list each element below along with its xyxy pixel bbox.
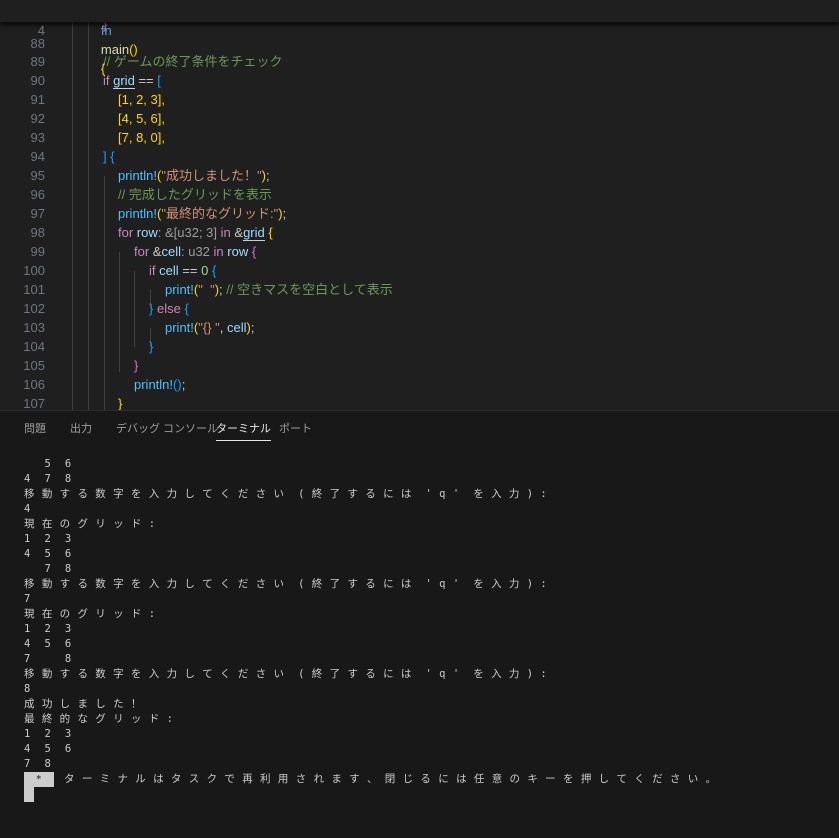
code-tokens: print!("{} ", cell); xyxy=(165,320,255,335)
code-tokens: } else { xyxy=(149,301,189,316)
code-comment: // 完成したグリッドを表示 xyxy=(118,187,272,202)
code-line-102[interactable]: 102 print!(" "); // 空きマスを空白として表示 xyxy=(0,280,839,316)
code-line-108[interactable]: 108 } xyxy=(0,394,839,410)
terminal-line: 成 功 し ま し た ！ xyxy=(24,698,142,710)
code-tokens: for row: &[u32; 3] in &grid { xyxy=(118,225,273,241)
code-text: } xyxy=(118,396,123,410)
code-text: } xyxy=(134,358,139,373)
code-line-94[interactable]: 94 [7, 8, 0], xyxy=(0,128,839,164)
terminal-line: 最 終 的 な グ リ ッ ド : xyxy=(24,713,174,725)
terminal-line: 5 6 xyxy=(24,458,72,470)
tab-terminal[interactable]: ターミナル xyxy=(216,422,271,441)
tab-ports[interactable]: ポート xyxy=(279,422,312,440)
task-reuse-message: タ ー ミ ナ ル は タ ス ク で 再 利 用 さ れ ま す 、 閉 じ … xyxy=(64,773,717,785)
code-line-96[interactable]: 96 println!("成功しました！"); xyxy=(0,166,839,202)
terminal-line: 1 2 3 xyxy=(24,533,72,545)
code-line-97[interactable]: 97 // 完成したグリッドを表示 xyxy=(0,185,839,221)
bottom-panel: 問題 出力 デバッグ コンソール ターミナル ポート 5 6 4 7 8 移 動… xyxy=(0,410,839,838)
terminal-line: 4 5 6 xyxy=(24,638,72,650)
code-text: } xyxy=(149,339,154,354)
code-line-100[interactable]: 100 for &cell: u32 in row { xyxy=(0,242,839,278)
tab-debug-console[interactable]: デバッグ コンソール xyxy=(116,422,218,440)
terminal-task-message: * タ ー ミ ナ ル は タ ス ク で 再 利 用 さ れ ま す 、 閉 … xyxy=(24,772,824,802)
code-tokens: print!(" "); // 空きマスを空白として表示 xyxy=(165,282,393,297)
terminal-line: 現 在 の グ リ ッ ド : xyxy=(24,518,156,530)
tab-problems[interactable]: 問題 xyxy=(24,422,46,440)
terminal-line: 4 5 6 xyxy=(24,743,72,755)
code-line-101[interactable]: 101 if cell == 0 { xyxy=(0,261,839,297)
code-tokens: println!("最終的なグリッド:"); xyxy=(118,206,287,221)
paren: () xyxy=(129,42,138,57)
code-line-106[interactable]: 106 } xyxy=(0,356,839,392)
terminal-line: 1 2 3 xyxy=(24,623,72,635)
code-tokens: if cell == 0 { xyxy=(149,263,217,278)
task-badge: * xyxy=(24,772,54,787)
line-number: 4 xyxy=(37,23,45,38)
code-tokens: for &cell: u32 in row { xyxy=(134,244,257,259)
code-line-99[interactable]: 99 for row: &[u32; 3] in &grid { xyxy=(0,223,839,259)
code-line-105[interactable]: 105 } xyxy=(0,337,839,373)
sticky-scroll-header[interactable]: 4 fn main() { xyxy=(0,0,839,76)
code-editor[interactable]: 4 fn main() { 88 } 89 90 // ゲームの終了条件をチェッ… xyxy=(0,0,839,410)
code-line-98[interactable]: 98 println!("最終的なグリッド:"); xyxy=(0,204,839,240)
code-tokens: println!("成功しました！"); xyxy=(118,168,270,183)
terminal-line: 移 動 す る 数 字 を 入 力 し て く だ さ い ( 終 了 す る … xyxy=(24,668,548,680)
code-text: [7, 8, 0], xyxy=(118,130,165,145)
terminal-line: 4 5 6 xyxy=(24,548,72,560)
code-tokens: println!(); xyxy=(134,377,186,392)
terminal-line: 4 7 8 xyxy=(24,473,72,485)
terminal-line: 現 在 の グ リ ッ ド : xyxy=(24,608,156,620)
code-text: [4, 5, 6], xyxy=(118,111,165,126)
code-line-95[interactable]: 95 ] { xyxy=(0,147,839,183)
code-text: ] { xyxy=(103,149,115,164)
code-line-104[interactable]: 104 print!("{} ", cell); xyxy=(0,318,839,354)
terminal-line: 移 動 す る 数 字 を 入 力 し て く だ さ い ( 終 了 す る … xyxy=(24,488,548,500)
terminal-output[interactable]: 5 6 4 7 8 移 動 す る 数 字 を 入 力 し て く だ さ い … xyxy=(24,457,824,802)
terminal-line: 7 xyxy=(24,593,31,605)
panel-tabs: 問題 出力 デバッグ コンソール ターミナル ポート xyxy=(0,411,839,445)
code-line-107[interactable]: 107 println!(); xyxy=(0,375,839,410)
tab-output[interactable]: 出力 xyxy=(70,422,92,440)
open-brace: { xyxy=(100,61,106,76)
terminal-line: 移 動 す る 数 字 を 入 力 し て く だ さ い ( 終 了 す る … xyxy=(24,578,548,590)
terminal-line: 7 8 xyxy=(24,563,72,575)
function-name: main xyxy=(100,42,130,57)
code-line-93[interactable]: 93 [4, 5, 6], xyxy=(0,109,839,145)
keyword-fn: fn xyxy=(100,23,112,38)
terminal-line: 7 8 xyxy=(24,758,52,770)
terminal-line: 8 xyxy=(24,683,31,695)
terminal-line: 4 xyxy=(24,503,31,515)
terminal-line: 1 2 3 xyxy=(24,728,72,740)
terminal-cursor xyxy=(24,787,34,802)
terminal-line: 7 8 xyxy=(24,653,72,665)
code-line-103[interactable]: 103 } else { xyxy=(0,299,839,335)
